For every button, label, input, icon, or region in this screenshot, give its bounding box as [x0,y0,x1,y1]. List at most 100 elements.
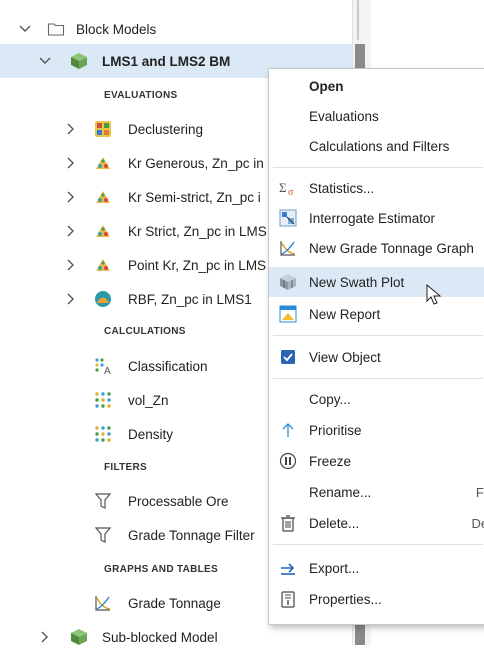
menu-separator [273,335,483,336]
tree-label-graph: Grade Tonnage [128,595,221,611]
menu-item-view-object[interactable]: View Object [269,342,484,372]
category-calculation-icon: A [94,357,112,377]
menu-item-calculations-filters[interactable]: Calculations and Filters [269,131,484,161]
menu-label-interrogate-estimator: Interrogate Estimator [309,210,436,226]
chevron-right-icon[interactable] [64,258,78,272]
block-model-icon [70,52,88,70]
chevron-right-icon[interactable] [64,156,78,170]
menu-label-evaluations: Evaluations [309,108,379,124]
tree-label-evaluation: Kr Semi-strict, Zn_pc i [128,189,261,205]
menu-item-export[interactable]: Export... [269,553,484,583]
tree-label-evaluation: Kr Strict, Zn_pc in LMS [128,223,267,239]
kriging-icon [94,256,112,274]
menu-label-new-swath-plot: New Swath Plot [309,274,405,290]
mouse-cursor-icon [426,283,442,306]
svg-text:A: A [104,366,111,375]
rbf-icon [94,290,112,308]
swath-plot-icon [279,273,297,291]
section-calculations: CALCULATIONS [104,326,186,337]
tree-label-calculation: Classification [128,358,208,374]
tree-label-evaluation: Kr Generous, Zn_pc in [128,155,264,171]
chevron-right-icon[interactable] [64,122,78,136]
svg-text:Σ: Σ [279,180,287,195]
tree-label-subblocked-model: Sub-blocked Model [102,629,218,645]
tree-label-evaluation: Point Kr, Zn_pc in LMS [128,257,267,273]
numeric-calculation-icon [94,391,112,409]
menu-label-copy: Copy... [309,391,351,407]
menu-item-prioritise[interactable]: Prioritise [269,415,484,445]
tree-label-calculation: vol_Zn [128,392,169,408]
pause-icon [279,452,297,470]
tree-label-selected-model: LMS1 and LMS2 BM [102,53,231,69]
menu-label-open: Open [309,78,344,94]
export-icon [279,559,297,577]
menu-label-properties: Properties... [309,591,382,607]
chevron-down-icon[interactable] [18,22,32,36]
chevron-down-icon[interactable] [38,54,52,68]
menu-item-new-report[interactable]: New Report [269,299,484,329]
context-menu: Open Evaluations Calculations and Filter… [268,68,484,625]
tree-label-block-models: Block Models [76,21,157,37]
scrollbar-track-line [357,0,359,40]
statistics-icon: Σσ [279,179,297,198]
filter-icon [94,492,112,510]
menu-item-new-grade-tonnage-graph[interactable]: New Grade Tonnage Graph [269,233,484,263]
menu-label-statistics: Statistics... [309,180,375,196]
folder-icon [47,20,65,38]
report-icon [279,305,297,323]
menu-item-properties[interactable]: Properties... [269,584,484,614]
interrogate-estimator-icon [279,209,297,227]
section-filters: FILTERS [104,462,148,473]
section-graphs-tables: GRAPHS AND TABLES [104,564,218,575]
tree-label-filter: Grade Tonnage Filter [128,527,255,543]
menu-label-freeze: Freeze [309,453,352,469]
menu-item-freeze[interactable]: Freeze [269,446,484,476]
menu-item-delete[interactable]: Delete... Del [269,508,484,538]
chevron-right-icon[interactable] [64,190,78,204]
menu-item-statistics[interactable]: Σσ Statistics... [269,173,484,203]
menu-item-copy[interactable]: Copy... [269,384,484,414]
declustering-icon [94,120,112,138]
menu-label-view-object: View Object [309,349,381,365]
menu-item-interrogate-estimator[interactable]: Interrogate Estimator [269,203,484,233]
block-model-icon [70,628,88,646]
menu-separator [273,544,483,545]
numeric-calculation-icon [94,425,112,443]
menu-label-calculations-filters: Calculations and Filters [309,138,450,154]
menu-separator [273,378,483,379]
tree-label-calculation: Density [128,426,174,442]
kriging-icon [94,222,112,240]
menu-label-delete: Delete... [309,515,360,531]
menu-item-rename[interactable]: Rename... F2 [269,477,484,507]
menu-label-export: Export... [309,560,360,576]
tree-label-evaluation: RBF, Zn_pc in LMS1 [128,291,252,307]
filter-icon [94,526,112,544]
menu-label-prioritise: Prioritise [309,422,362,438]
chevron-right-icon[interactable] [38,630,52,644]
menu-label-new-grade-tonnage-graph: New Grade Tonnage Graph [309,240,474,256]
menu-separator [273,167,483,168]
menu-label-new-report: New Report [309,306,381,322]
grade-tonnage-icon [279,239,297,257]
tree-row-block-models[interactable]: Block Models [0,12,352,46]
trash-icon [279,514,297,532]
menu-item-new-swath-plot[interactable]: New Swath Plot [269,267,484,297]
shortcut-rename: F2 [475,484,484,500]
menu-item-evaluations[interactable]: Evaluations [269,101,484,131]
properties-icon [279,590,297,608]
grade-tonnage-icon [94,594,112,612]
menu-label-rename: Rename... [309,484,372,500]
checkbox-checked-icon[interactable] [279,348,297,366]
tree-label-evaluation: Declustering [128,121,204,137]
tree-row-subblocked-model[interactable]: Sub-blocked Model [0,620,352,654]
shortcut-delete: Del [471,515,484,531]
tree-label-filter: Processable Ore [128,493,229,509]
arrow-up-icon [279,421,297,439]
section-evaluations: EVALUATIONS [104,90,178,101]
kriging-icon [94,188,112,206]
kriging-icon [94,154,112,172]
chevron-right-icon[interactable] [64,224,78,238]
svg-text:σ: σ [288,187,294,197]
menu-item-open[interactable]: Open [269,71,484,101]
chevron-right-icon[interactable] [64,292,78,306]
